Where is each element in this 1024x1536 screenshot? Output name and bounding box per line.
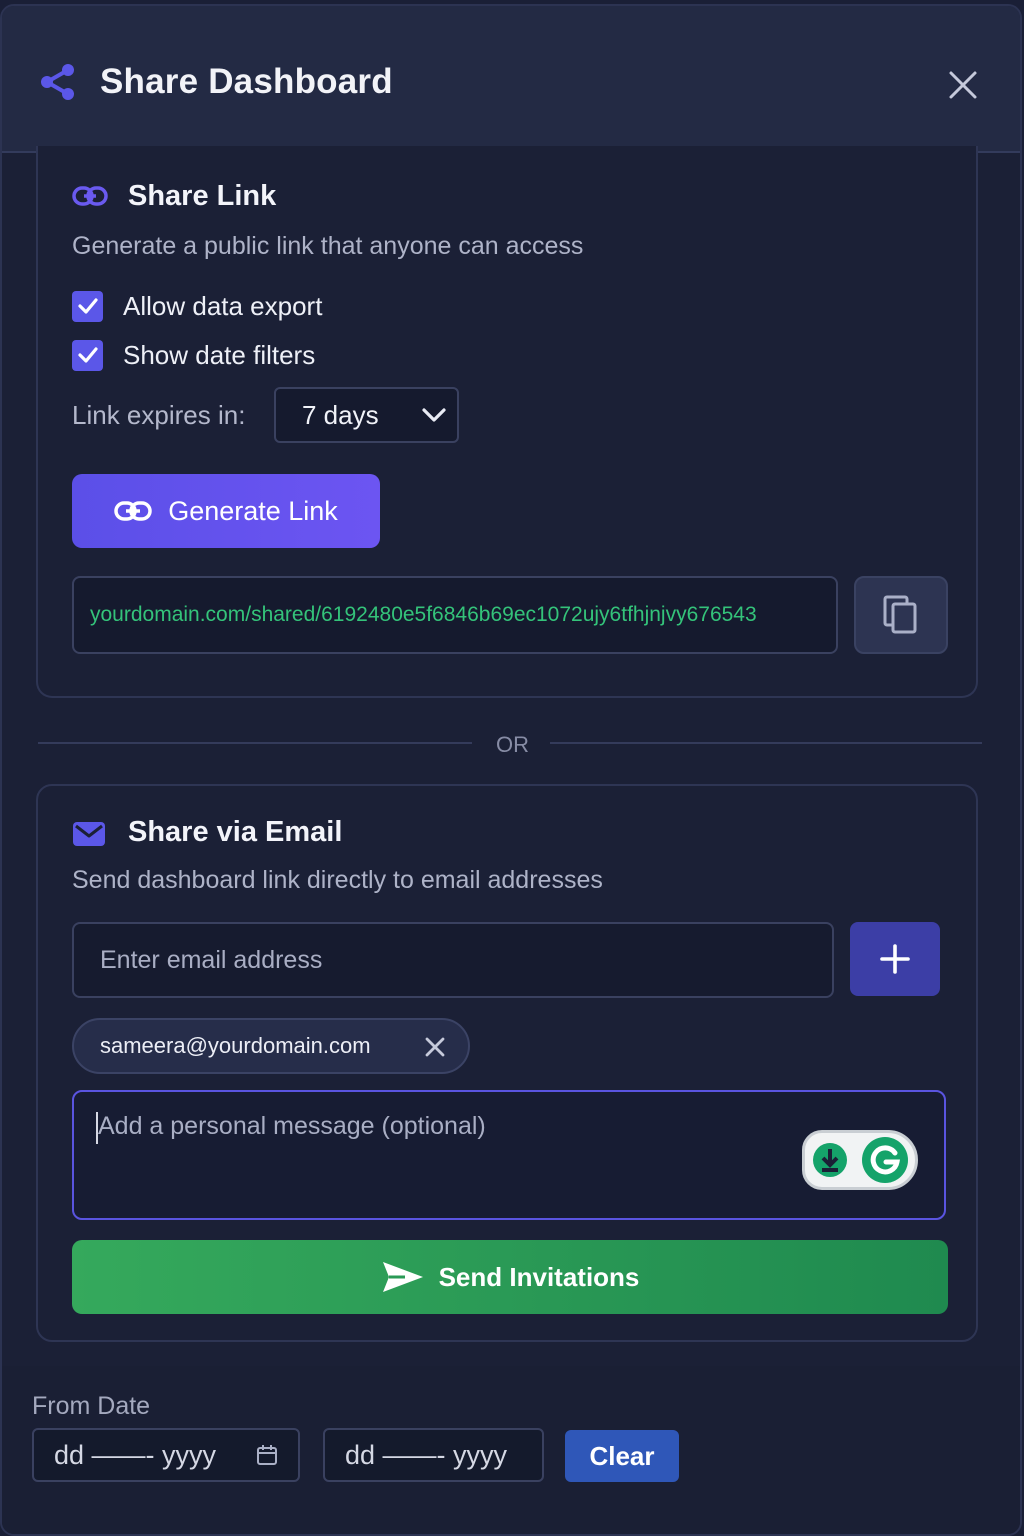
share-link-title: Share Link — [128, 180, 277, 212]
from-date-input[interactable]: dd ——- yyyy — [32, 1428, 300, 1482]
email-chip-address: sameera@yourdomain.com — [100, 1033, 371, 1058]
or-divider-text: OR — [496, 732, 529, 757]
copy-icon — [883, 595, 917, 634]
send-icon — [382, 1262, 423, 1292]
checkmark-icon — [77, 298, 98, 314]
to-date-placeholder: dd ——- yyyy — [345, 1439, 508, 1470]
from-date-placeholder: dd ——- yyyy — [54, 1439, 217, 1470]
add-email-button[interactable] — [850, 922, 940, 996]
link-icon — [72, 186, 108, 206]
calendar-icon[interactable] — [256, 1444, 278, 1466]
divider-line-left — [38, 742, 472, 744]
grammarly-widget[interactable] — [802, 1130, 918, 1190]
option-show-filters[interactable]: Show date filters — [72, 339, 315, 371]
share-icon — [41, 64, 74, 100]
share-link-section: Share Link Generate a public link that a… — [36, 146, 978, 698]
expires-label: Link expires in: — [72, 400, 246, 430]
generate-link-button[interactable]: Generate Link — [72, 474, 380, 548]
from-date-label: From Date — [32, 1392, 151, 1420]
to-date-input[interactable]: dd ——- yyyy — [323, 1428, 544, 1482]
email-field-placeholder: Enter email address — [100, 945, 323, 974]
send-invitations-label: Send Invitations — [438, 1261, 640, 1292]
share-dashboard-modal: Share Dashboard Share Link Generate a pu… — [0, 4, 1022, 1536]
plus-icon — [880, 944, 910, 974]
share-link-description: Generate a public link that anyone can a… — [72, 232, 584, 260]
show-filters-checkbox[interactable] — [72, 339, 103, 371]
option-allow-export[interactable]: Allow data export — [72, 290, 322, 322]
email-field[interactable]: Enter email address — [72, 922, 834, 998]
email-chip: sameera@yourdomain.com — [72, 1018, 470, 1074]
modal-title: Share Dashboard — [100, 62, 393, 101]
grammarly-icon — [862, 1137, 908, 1183]
send-invitations-button[interactable]: Send Invitations — [72, 1240, 948, 1314]
share-url-field[interactable]: yourdomain.com/shared/6192480e5f6846b69e… — [72, 576, 838, 654]
share-email-title: Share via Email — [128, 816, 343, 848]
generate-link-label: Generate Link — [168, 495, 338, 526]
expires-select[interactable]: 7 days — [274, 387, 459, 443]
copy-link-button[interactable] — [854, 576, 948, 654]
clear-button[interactable]: Clear — [565, 1430, 679, 1482]
allow-export-label: Allow data export — [123, 290, 323, 321]
share-url-text: yourdomain.com/shared/6192480e5f6846b69e… — [90, 603, 757, 626]
allow-export-checkbox[interactable] — [72, 290, 103, 322]
share-email-description: Send dashboard link directly to email ad… — [72, 866, 603, 894]
expires-value: 7 days — [302, 399, 379, 430]
show-filters-label: Show date filters — [123, 339, 316, 370]
share-email-section: Share via Email Send dashboard link dire… — [36, 784, 978, 1342]
checkmark-icon — [77, 347, 98, 363]
download-badge-icon — [813, 1143, 847, 1177]
modal-header: Share Dashboard — [2, 6, 1020, 153]
message-placeholder: Add a personal message (optional) — [98, 1112, 486, 1140]
clear-button-label: Clear — [589, 1440, 655, 1471]
divider-line-right — [550, 742, 982, 744]
mail-icon — [73, 822, 105, 846]
chevron-down-icon — [422, 408, 446, 422]
remove-chip-icon[interactable] — [424, 1036, 446, 1058]
close-icon[interactable] — [944, 66, 982, 104]
personal-message-textarea[interactable]: Add a personal message (optional) — [72, 1090, 946, 1220]
link-icon — [114, 501, 152, 521]
